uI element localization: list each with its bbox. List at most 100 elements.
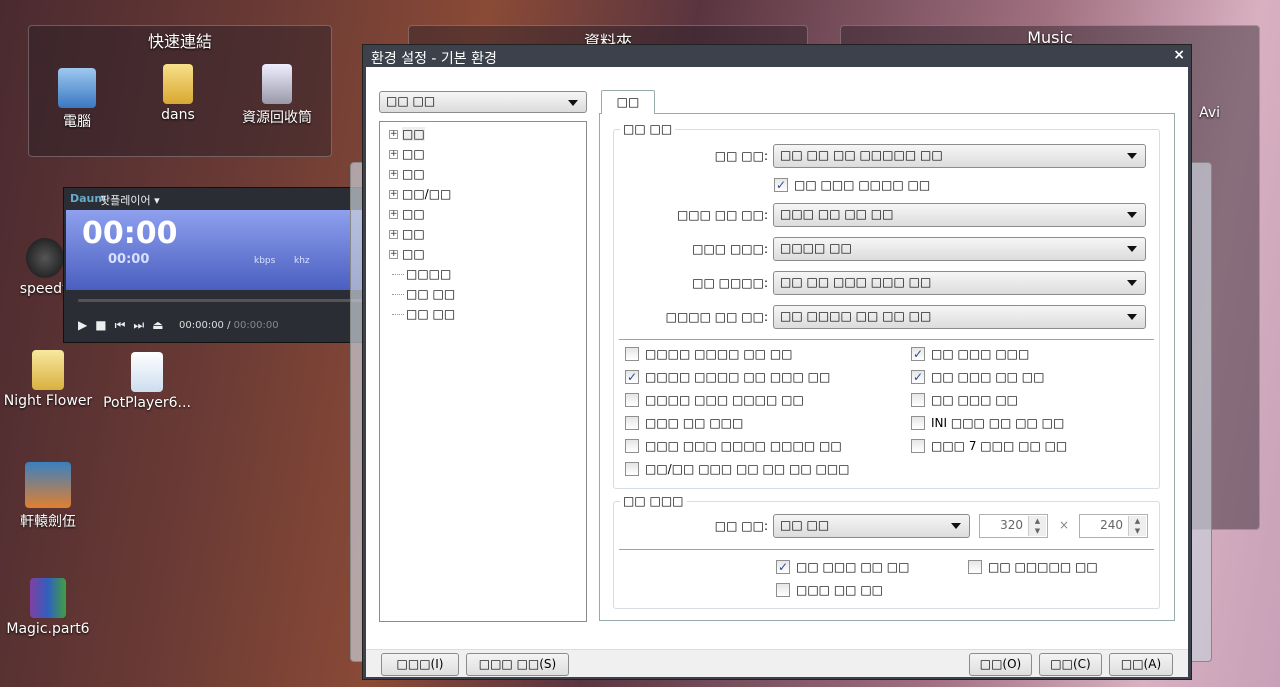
checkbox[interactable] bbox=[625, 416, 639, 430]
tree-item-label: □□□□ bbox=[406, 267, 452, 281]
tree-item[interactable]: + □□ bbox=[389, 127, 425, 141]
player-title: 팟플레이어 bbox=[100, 194, 151, 207]
category-value: □□ □□ bbox=[386, 94, 436, 108]
option-checkbox[interactable]: □□□□ □□□□ □□ □□ bbox=[625, 347, 793, 361]
width-spinner[interactable]: 320 ▲ ▼ bbox=[979, 514, 1048, 538]
checkbox[interactable]: ✓ bbox=[625, 370, 639, 384]
settings-file-icon bbox=[131, 352, 163, 392]
option-checkbox-label: □□□ □□□ □□□□ □□□□ □□ bbox=[645, 439, 842, 453]
option-checkbox[interactable]: □□□ □□□ □□□□ □□□□ □□ bbox=[625, 439, 842, 453]
tree-item[interactable]: + □□ bbox=[389, 207, 425, 221]
desktop-icon-potplayer[interactable]: PotPlayer6... bbox=[102, 352, 192, 411]
desktop-icon-computer[interactable]: 電腦 bbox=[32, 68, 122, 131]
option-checkbox[interactable]: □□□ 7 □□□ □□ □□ bbox=[911, 439, 1067, 453]
chevron-down-icon bbox=[1127, 280, 1137, 286]
desktop-icon-dans[interactable]: dans bbox=[133, 64, 223, 123]
tree-item[interactable]: + □□ bbox=[389, 227, 425, 241]
player-title-menu[interactable]: 팟플레이어 ▾ bbox=[100, 192, 160, 208]
option-combo[interactable]: □□ □□ □□ □□□□□ □□ bbox=[773, 144, 1146, 168]
option-checkbox[interactable]: INI □□□ □□ □□ □□ bbox=[911, 416, 1064, 430]
checkbox[interactable] bbox=[968, 560, 982, 574]
settings-tree[interactable]: + □□ + □□ + □□ + □□/□□ + □□ + □□ + □□ □□□□ □□ □□ □□ □□ bbox=[379, 121, 587, 622]
folder-icon bbox=[32, 350, 64, 390]
checkbox[interactable] bbox=[625, 393, 639, 407]
checkbox[interactable] bbox=[625, 347, 639, 361]
option-checkbox[interactable]: □□/□□ □□□ □□ □□ □□ □□□ bbox=[625, 462, 850, 476]
chevron-down-icon bbox=[951, 523, 961, 529]
option-checkbox[interactable]: ✓ □□ □□□ □□□□ □□ bbox=[774, 178, 930, 192]
spinner-arrows-icon[interactable]: ▲ ▼ bbox=[1128, 516, 1146, 536]
checkbox[interactable]: ✓ bbox=[774, 178, 788, 192]
checkbox[interactable]: ✓ bbox=[776, 560, 790, 574]
ok-button[interactable]: □□(O) bbox=[969, 653, 1032, 676]
play-icon[interactable]: ▶ bbox=[78, 318, 95, 332]
option-combo[interactable]: □□□□ □□ bbox=[773, 237, 1146, 261]
expand-icon[interactable]: + bbox=[389, 209, 398, 219]
potplayer-window[interactable]: Daum 팟플레이어 ▾ 00:00 00:00 kbps khz ▶■⏮⏭⏏ … bbox=[63, 187, 364, 343]
height-spinner[interactable]: 240 ▲ ▼ bbox=[1079, 514, 1148, 538]
option-combo[interactable]: □□□ □□ □□ □□ bbox=[773, 203, 1146, 227]
stop-icon[interactable]: ■ bbox=[95, 318, 114, 332]
samplerate-label: khz bbox=[294, 256, 310, 266]
times-sign: × bbox=[1059, 518, 1070, 532]
desktop-icon-winrar[interactable]: Magic.part6 bbox=[3, 578, 93, 637]
checkbox[interactable] bbox=[911, 393, 925, 407]
expand-icon[interactable]: + bbox=[389, 129, 398, 139]
checkbox[interactable]: ✓ bbox=[911, 347, 925, 361]
icon-label: 資源回收筒 bbox=[242, 110, 312, 126]
option-checkbox[interactable]: ✓ □□□□ □□□□ □□ □□□ □□ bbox=[625, 370, 830, 384]
option-combo[interactable]: □□ □□ □□□ □□□ □□ bbox=[773, 271, 1146, 295]
checkbox[interactable]: ✓ bbox=[911, 370, 925, 384]
game-icon bbox=[25, 462, 71, 508]
expand-icon[interactable]: + bbox=[389, 169, 398, 179]
option-checkbox[interactable]: □□ □□□□□ □□ bbox=[968, 560, 1098, 574]
desktop-icon-game[interactable]: 軒轅劍伍 bbox=[3, 462, 93, 531]
tree-item[interactable]: + □□ bbox=[389, 167, 425, 181]
expand-icon[interactable]: + bbox=[389, 149, 398, 159]
tree-item[interactable]: + □□ bbox=[389, 247, 425, 261]
option-checkbox[interactable]: □□□□ □□□ □□□□ □□ bbox=[625, 393, 804, 407]
checkbox[interactable] bbox=[625, 462, 639, 476]
option-checkbox[interactable]: □□□ □□ □□ bbox=[776, 583, 883, 597]
winrar-icon bbox=[30, 578, 66, 618]
export-button[interactable]: □□□ □□(S) bbox=[466, 653, 569, 676]
size-combo[interactable]: □□ □□ bbox=[773, 514, 970, 538]
close-icon[interactable]: × bbox=[1173, 47, 1185, 63]
expand-icon[interactable]: + bbox=[389, 189, 398, 199]
option-checkbox[interactable]: ✓ □□ □□□ □□□ bbox=[911, 347, 1029, 361]
desktop-icon-recycle-bin[interactable]: 資源回收筒 bbox=[232, 64, 322, 127]
expand-icon[interactable]: + bbox=[389, 249, 398, 259]
size-label: □□ □□: bbox=[714, 519, 768, 533]
expand-icon[interactable]: + bbox=[389, 229, 398, 239]
checkbox[interactable] bbox=[911, 439, 925, 453]
next-icon[interactable]: ⏭ bbox=[133, 318, 152, 332]
icon-label: PotPlayer6... bbox=[103, 395, 191, 411]
tree-item[interactable]: + □□ bbox=[389, 147, 425, 161]
option-checkbox[interactable]: □□□ □□ □□□ bbox=[625, 416, 743, 430]
tree-item-label: □□ bbox=[402, 207, 425, 221]
option-combo[interactable]: □□ □□□□ □□ □□ □□ bbox=[773, 305, 1146, 329]
preferences-dialog: 환경 설정 - 기본 환경 × □□ □□ + □□ + □□ + □□ + □□/□□ + □□… bbox=[362, 44, 1192, 680]
group-label: □□ □□□ bbox=[620, 494, 687, 508]
checkbox[interactable] bbox=[911, 416, 925, 430]
tree-item[interactable]: □□□□ bbox=[392, 267, 452, 281]
import-button[interactable]: □□□(I) bbox=[381, 653, 459, 676]
seek-bar[interactable] bbox=[78, 299, 364, 302]
tab-general[interactable]: □□ bbox=[601, 90, 655, 114]
option-checkbox[interactable]: □□ □□□ □□ bbox=[911, 393, 1018, 407]
checkbox[interactable] bbox=[625, 439, 639, 453]
option-checkbox[interactable]: ✓ □□ □□□ □□ □□ bbox=[776, 560, 909, 574]
tree-item[interactable]: □□ □□ bbox=[392, 307, 455, 321]
checkbox[interactable] bbox=[776, 583, 790, 597]
tree-item[interactable]: + □□/□□ bbox=[389, 187, 451, 201]
cancel-button[interactable]: □□(C) bbox=[1039, 653, 1102, 676]
desktop-icon-night-flower[interactable]: Night Flower bbox=[3, 350, 93, 409]
previous-icon[interactable]: ⏮ bbox=[115, 318, 134, 332]
eject-icon[interactable]: ⏏ bbox=[152, 318, 171, 332]
apply-button[interactable]: □□(A) bbox=[1109, 653, 1173, 676]
duration-time: 00:00:00 bbox=[233, 320, 279, 331]
category-combo[interactable]: □□ □□ bbox=[379, 91, 587, 113]
option-checkbox[interactable]: ✓ □□ □□□ □□ □□ bbox=[911, 370, 1044, 384]
tree-item[interactable]: □□ □□ bbox=[392, 287, 455, 301]
spinner-arrows-icon[interactable]: ▲ ▼ bbox=[1028, 516, 1046, 536]
